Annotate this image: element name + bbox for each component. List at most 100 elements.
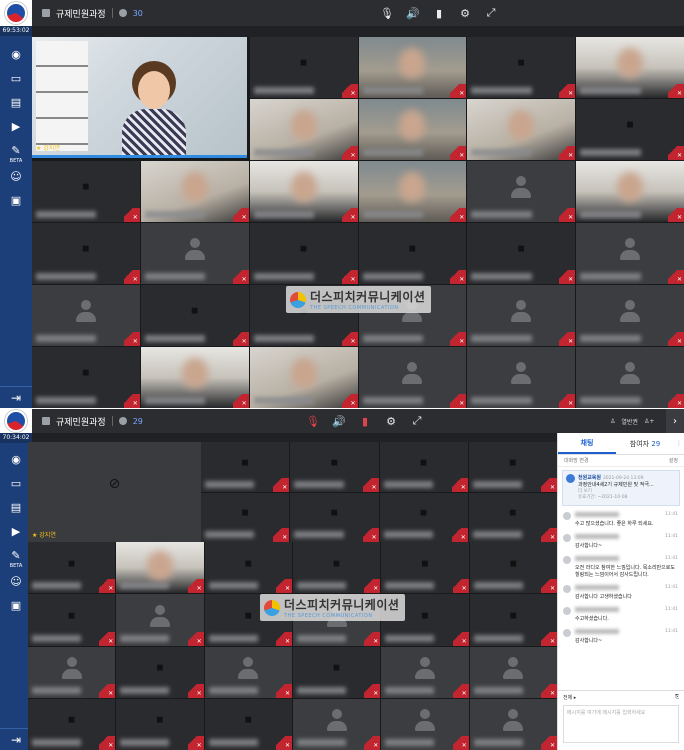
video-icon[interactable]: ▶ — [8, 523, 24, 539]
contact-icon[interactable]: ▣ — [8, 597, 24, 613]
profile-icon[interactable]: ◉ — [8, 46, 24, 62]
participant-tile[interactable]: ◼✕ — [32, 161, 140, 222]
participant-tile[interactable]: ◼✕ — [467, 223, 576, 284]
participant-tile[interactable]: ✕ — [116, 594, 204, 646]
participant-tile[interactable]: ◼✕ — [32, 223, 140, 284]
message-avatar — [563, 556, 571, 564]
add-user-icon[interactable]: ♙+ — [644, 418, 654, 425]
participant-tile[interactable]: ◼✕ — [290, 442, 379, 492]
recipient-select[interactable]: 전체 ▸ — [563, 694, 576, 701]
participant-tile[interactable]: ◼✕ — [293, 646, 381, 698]
clipboard-icon[interactable]: ▤ — [8, 94, 24, 110]
emoji-icon[interactable]: ☺ — [8, 573, 24, 589]
participant-tile[interactable]: ✕ — [467, 347, 576, 408]
participant-tile[interactable]: ✕ — [32, 285, 140, 346]
participant-tile[interactable]: ✕ — [293, 698, 381, 750]
gear-icon[interactable]: ⚙ — [384, 414, 398, 428]
participant-tile[interactable]: ✕ — [469, 698, 557, 750]
participant-tile[interactable]: ✕ — [358, 347, 467, 408]
participant-tile[interactable]: ✕ — [467, 161, 576, 222]
host-camera-off-tile[interactable]: ⊘ ★ 강지연 — [28, 442, 201, 542]
change-room-link[interactable]: 대화방 변경 — [564, 457, 589, 464]
participant-tile[interactable]: ✕ — [28, 646, 116, 698]
participant-tile[interactable]: ✕ — [381, 646, 469, 698]
participant-tile[interactable]: ◼✕ — [249, 37, 358, 98]
participant-tile[interactable]: ◼✕ — [116, 698, 204, 750]
settings-link[interactable]: 설정 — [669, 457, 678, 464]
participant-tile[interactable]: ◼✕ — [467, 37, 576, 98]
participant-tile[interactable]: ◼✕ — [468, 492, 557, 542]
participant-tile[interactable]: ✕ — [576, 223, 684, 284]
more-icon[interactable]: ⋮ — [674, 433, 684, 454]
participant-tile[interactable]: ✕ — [116, 542, 204, 594]
participant-tile[interactable]: ◼✕ — [28, 698, 116, 750]
profile-icon[interactable]: ◉ — [8, 451, 24, 467]
participant-tile[interactable]: ◼✕ — [249, 223, 358, 284]
participant-tile[interactable]: ◼✕ — [28, 542, 116, 594]
fullscreen-icon[interactable]: ⤢ — [410, 414, 424, 428]
participant-tile[interactable]: ✕ — [358, 99, 467, 160]
participant-tile[interactable]: ✕ — [469, 646, 557, 698]
participant-tile[interactable]: ✕ — [358, 161, 467, 222]
video-icon[interactable]: ▶ — [8, 118, 24, 134]
participant-tile[interactable]: ◼✕ — [469, 594, 557, 646]
participant-tile[interactable]: ✕ — [140, 347, 249, 408]
participant-tile[interactable]: ◼✕ — [468, 442, 557, 492]
participant-tile[interactable]: ◼✕ — [204, 698, 292, 750]
participant-tile[interactable]: ◼✕ — [379, 442, 468, 492]
monitor-icon[interactable]: ▭ — [8, 475, 24, 491]
participant-tile[interactable]: ◼✕ — [28, 594, 116, 646]
participant-tile[interactable]: ✕ — [576, 37, 684, 98]
participant-tile[interactable]: ◼✕ — [201, 442, 290, 492]
edit-icon[interactable]: ✎ — [8, 547, 24, 563]
participant-tile[interactable]: ✕ — [358, 37, 467, 98]
clipboard-icon[interactable]: ▤ — [8, 499, 24, 515]
participant-tile[interactable]: ◼✕ — [204, 542, 292, 594]
speaker-icon[interactable]: 🔊 — [332, 414, 346, 428]
gear-icon[interactable]: ⚙ — [458, 6, 472, 20]
participant-tile[interactable]: ✕ — [576, 285, 684, 346]
participant-tile[interactable]: ◼✕ — [379, 492, 468, 542]
participant-tile[interactable]: ✕ — [381, 698, 469, 750]
participant-name — [36, 273, 97, 280]
mic-icon[interactable]: 🎙 — [306, 414, 320, 428]
participant-tile[interactable]: ◼✕ — [290, 492, 379, 542]
participant-tile[interactable]: ◼✕ — [381, 542, 469, 594]
participant-tile[interactable]: ✕ — [467, 285, 576, 346]
participant-tile[interactable]: ◼✕ — [32, 347, 140, 408]
active-speaker-tile[interactable]: ★ 강지연 — [32, 37, 247, 158]
participant-tile[interactable]: ◼✕ — [116, 646, 204, 698]
participant-tile[interactable]: ✕ — [467, 99, 576, 160]
attach-icon[interactable]: ⎘ — [675, 694, 679, 700]
chat-input[interactable]: 메시지를 여기에 메시지를 입력하세요 — [563, 705, 679, 743]
participant-tile[interactable]: ◼✕ — [140, 285, 249, 346]
participant-tile[interactable]: ✕ — [140, 223, 249, 284]
exit-icon[interactable]: ⇥ — [0, 386, 32, 408]
participant-tile[interactable]: ✕ — [204, 646, 292, 698]
participant-tile[interactable]: ◼✕ — [469, 542, 557, 594]
camera-icon[interactable]: ▮ — [358, 414, 372, 428]
contact-icon[interactable]: ▣ — [8, 192, 24, 208]
camera-icon[interactable]: ▮ — [432, 6, 446, 20]
tab-participants[interactable]: 참여자 29 — [616, 433, 674, 454]
fullscreen-icon[interactable]: ⤢ — [484, 6, 498, 20]
speaker-icon[interactable]: 🔊 — [406, 6, 420, 20]
notice-card[interactable]: 천원교육원 2021-09-24 13:09 과정안내4세2기 규제민원 및 적… — [562, 470, 680, 506]
participant-name — [32, 634, 81, 642]
participant-tile[interactable]: ◼✕ — [358, 223, 467, 284]
participant-tile[interactable]: ✕ — [249, 161, 358, 222]
participant-tile[interactable]: ✕ — [249, 99, 358, 160]
participant-tile[interactable]: ✕ — [140, 161, 249, 222]
participant-tile[interactable]: ◼✕ — [201, 492, 290, 542]
emoji-icon[interactable]: ☺ — [8, 168, 24, 184]
monitor-icon[interactable]: ▭ — [8, 70, 24, 86]
participant-tile[interactable]: ✕ — [576, 161, 684, 222]
collapse-panel-icon[interactable]: › — [666, 409, 684, 433]
tab-chat[interactable]: 채팅 — [558, 433, 616, 454]
participant-tile[interactable]: ✕ — [576, 347, 684, 408]
edit-icon[interactable]: ✎ — [8, 142, 24, 158]
participant-tile[interactable]: ✕ — [249, 347, 358, 408]
mic-icon[interactable]: 🎙 — [380, 6, 394, 20]
participant-tile[interactable]: ◼✕ — [576, 99, 684, 160]
participant-tile[interactable]: ◼✕ — [293, 542, 381, 594]
